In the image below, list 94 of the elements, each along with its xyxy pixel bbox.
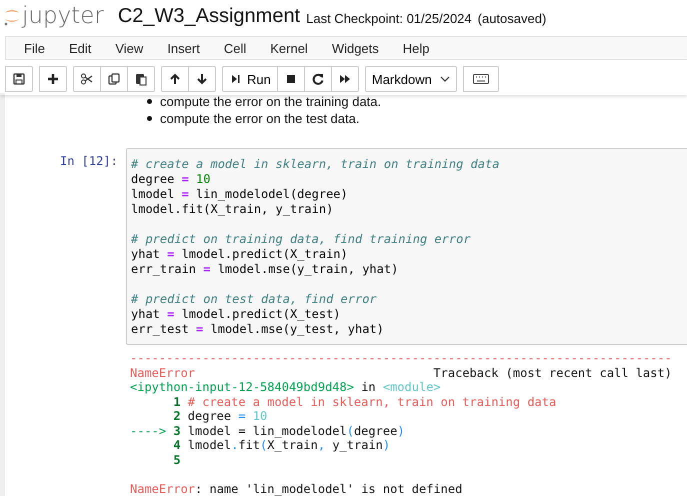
- code-token: .: [231, 438, 238, 452]
- code-token: =: [167, 247, 174, 262]
- bullet-icon: [147, 99, 152, 104]
- cell-type-select[interactable]: Markdown: [364, 66, 457, 92]
- code-token: (: [346, 424, 354, 438]
- code-token: X_train: [267, 438, 318, 452]
- code-token: ): [382, 438, 390, 452]
- error-name: NameError: [130, 482, 196, 496]
- code-token: lmodel.predict(X_train): [180, 247, 348, 262]
- line-number: 4: [172, 438, 181, 452]
- code-token: # predict on training data, find training error: [131, 232, 471, 247]
- code-token: yhat: [131, 307, 161, 322]
- line-number: 2: [172, 409, 181, 424]
- code-token: degree: [188, 409, 232, 424]
- line-number: 1: [172, 394, 181, 409]
- traceback-rule: ---------------------------------------------------------------------------: [130, 351, 673, 366]
- code-token: =: [182, 172, 189, 187]
- code-token: lmodel = lin_modelodel: [188, 424, 347, 438]
- code-token: lmodel.fit(X_train, y_train): [131, 202, 334, 217]
- code-token: =: [182, 187, 189, 202]
- run-button[interactable]: Run: [222, 66, 278, 92]
- code-token: =: [238, 409, 246, 424]
- menu-item[interactable]: Edit: [56, 40, 104, 56]
- code-token: # create a model in sklearn, train on training data: [131, 157, 500, 172]
- code-token: lmodel.mse(y_train, yhat): [216, 262, 398, 277]
- chevron-icon: [440, 76, 450, 82]
- code-token: err_train: [131, 262, 198, 277]
- toolbar-button[interactable]: [5, 66, 33, 92]
- toolbar-button[interactable]: [39, 66, 67, 92]
- checkpoint-text: Last Checkpoint: 01/25/2024: [306, 11, 472, 26]
- plus-icon: [46, 72, 60, 86]
- bullet-icon: [147, 116, 152, 121]
- code-token: lmodel: [131, 187, 176, 202]
- toolbar-button[interactable]: [100, 66, 128, 92]
- toolbar-button[interactable]: [330, 66, 359, 92]
- code-token: =: [203, 262, 210, 277]
- traceback-label: Traceback (most recent call last): [433, 366, 672, 380]
- notebook-title[interactable]: C2_W3_Assignment: [118, 4, 300, 28]
- code-token: degree: [354, 424, 398, 438]
- toolbar-button[interactable]: [127, 66, 155, 92]
- restart-icon: [310, 72, 325, 86]
- code-token: 10: [252, 409, 268, 424]
- error-name: NameError: [130, 366, 196, 380]
- code-token: ): [397, 424, 405, 438]
- copy-icon: [107, 72, 121, 86]
- scissors-icon: [80, 72, 94, 86]
- code-token: y_train: [331, 438, 383, 452]
- toolbar-button[interactable]: [73, 66, 101, 92]
- current-line-arrow: ---->: [130, 424, 166, 438]
- code-token: =: [196, 322, 204, 337]
- save-icon: [12, 72, 26, 86]
- error-message: : name 'lin_modelodel' is not defined: [195, 482, 462, 496]
- module-name: <module>: [382, 380, 441, 394]
- menu-item[interactable]: Widgets: [320, 40, 391, 56]
- down-arrow-icon: [195, 72, 209, 86]
- logo-text[interactable]: jupyter: [22, 3, 104, 29]
- toolbar-button[interactable]: [161, 66, 189, 92]
- toolbar-button[interactable]: [188, 66, 216, 92]
- code-token: # create a model in sklearn, train on training data: [188, 394, 556, 409]
- menu-item[interactable]: File: [12, 40, 57, 56]
- code-cell[interactable]: [126, 148, 687, 345]
- keyboard-icon: [472, 74, 489, 84]
- menu-item[interactable]: View: [103, 40, 156, 56]
- menu-item[interactable]: Cell: [212, 40, 258, 56]
- code-token: yhat: [131, 247, 161, 262]
- menu-item[interactable]: Insert: [155, 40, 212, 56]
- autosave-status: (autosaved): [478, 11, 546, 26]
- up-arrow-icon: [168, 72, 182, 86]
- menu-item[interactable]: Kernel: [258, 40, 320, 56]
- markdown-text: compute the error on the test data.: [160, 111, 360, 126]
- toolbar-button[interactable]: [276, 66, 305, 92]
- menu-item[interactable]: Help: [390, 40, 442, 56]
- code-token: =: [167, 307, 174, 322]
- location-word: in: [361, 380, 376, 394]
- code-token: err_test: [131, 322, 190, 337]
- code-token: # predict on test data, find error: [131, 292, 377, 307]
- code-token: lmodel.mse(y_test, yhat): [209, 322, 384, 337]
- line-number: 3: [172, 424, 181, 438]
- code-token: 10: [195, 172, 210, 187]
- file-name: <ipython-input-12-584049bd9d48>: [130, 380, 354, 394]
- markdown-text: compute the error on the training data.: [160, 94, 382, 109]
- code-token: lmodel.predict(X_test): [180, 307, 341, 322]
- line-number: 5: [172, 452, 181, 467]
- input-prompt: In [12]:: [60, 154, 118, 168]
- toolbar-button[interactable]: [304, 66, 332, 92]
- code-token: fit: [238, 438, 260, 452]
- code-token: (: [260, 438, 268, 452]
- toolbar-button[interactable]: [462, 66, 499, 92]
- fast-forward-icon: [338, 72, 352, 86]
- code-token: lin_modelodel(degree): [195, 187, 348, 202]
- code-token: degree: [131, 172, 176, 187]
- code-token: lmodel: [188, 438, 232, 452]
- code-token: ,: [318, 438, 326, 452]
- paste-icon: [134, 72, 148, 86]
